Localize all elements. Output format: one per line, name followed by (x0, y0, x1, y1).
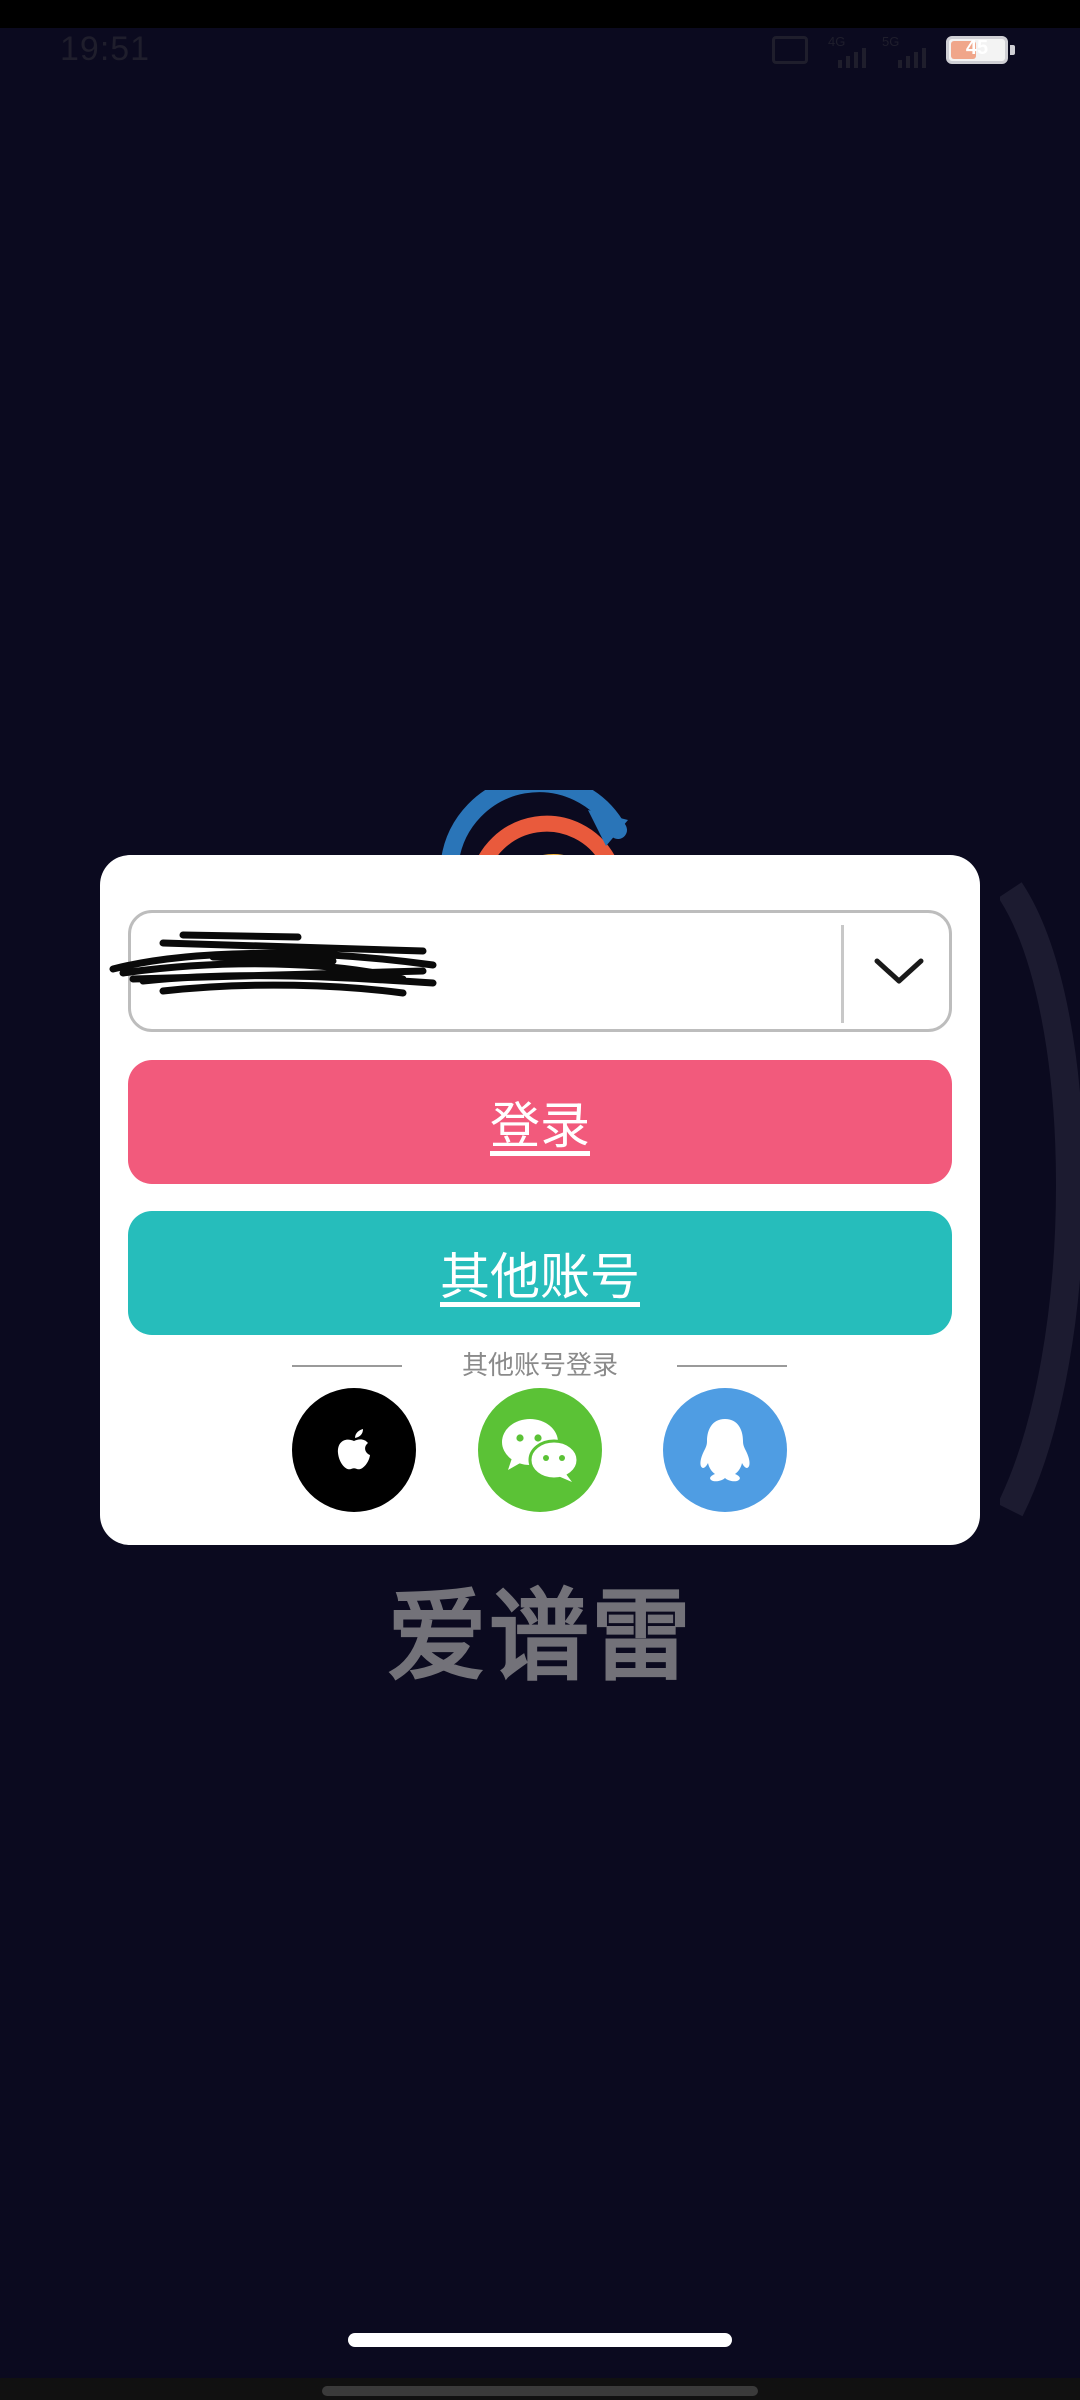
login-screen: 19:51 4G 5G 45 爱谱雷 登录 其他账号 其他账号登录 (0, 0, 1080, 2400)
apple-icon (337, 1429, 370, 1470)
apple-login-button[interactable] (292, 1388, 416, 1512)
brand-name: 爱谱雷 (387, 1578, 693, 1695)
other-login-divider: 其他账号登录 (100, 1345, 980, 1385)
other-login-label: 其他账号登录 (461, 1351, 618, 1381)
other-account-button[interactable]: 其他账号 (128, 1211, 952, 1335)
redacted-account-scribble (109, 931, 437, 997)
login-button[interactable]: 登录 (128, 1060, 952, 1184)
background-arc (1000, 882, 1080, 1517)
dropdown-toggle[interactable] (847, 913, 951, 1029)
signal-2-label: 5G (882, 34, 900, 49)
status-bar: 19:51 4G 5G 45 (0, 28, 1080, 74)
chevron-down-icon (874, 958, 924, 984)
signal-1-label: 4G (828, 34, 846, 49)
hd-icon (772, 36, 808, 64)
status-time: 19:51 (60, 30, 151, 68)
bottom-gesture-bar (322, 2386, 758, 2396)
battery-level: 45 (965, 37, 989, 59)
select-divider (841, 925, 844, 1023)
login-dialog: 登录 其他账号 其他账号登录 (100, 855, 980, 1545)
battery-nub (1010, 45, 1015, 55)
battery-icon: 45 (946, 36, 1008, 64)
divider-line-right (677, 1365, 787, 1367)
home-indicator[interactable] (348, 2333, 732, 2347)
wechat-login-button[interactable] (478, 1388, 602, 1512)
top-strip (0, 0, 1080, 28)
signal-1-icon: 4G (828, 34, 872, 68)
account-select[interactable] (109, 910, 952, 1032)
qq-login-button[interactable] (663, 1388, 787, 1512)
qq-penguin-icon (700, 1419, 750, 1482)
signal-2-icon: 5G (882, 34, 932, 68)
wechat-icon (502, 1419, 580, 1482)
